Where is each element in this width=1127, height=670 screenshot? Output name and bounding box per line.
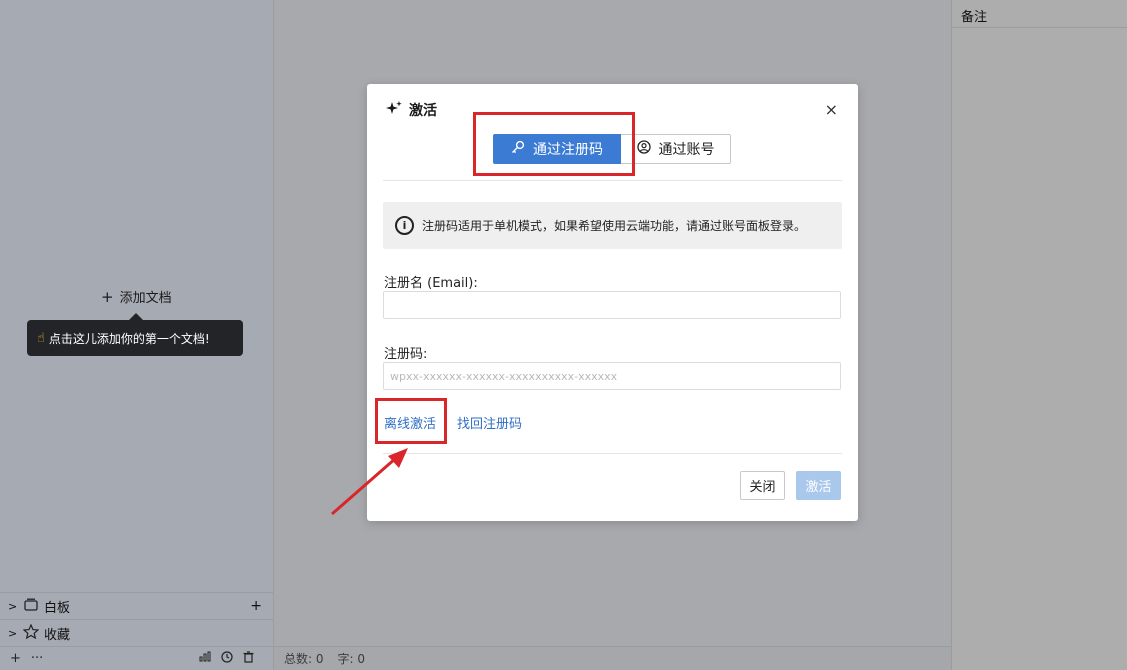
notes-title: 备注 xyxy=(952,0,1127,28)
stats-icon[interactable] xyxy=(199,651,211,666)
tooltip-text: 点击这儿添加你的第一个文档! xyxy=(48,331,210,346)
sidebar-item-whiteboard[interactable]: > 白板 + xyxy=(0,592,274,619)
more-icon[interactable]: ··· xyxy=(31,651,43,666)
sidebar-footer: + ··· xyxy=(0,646,274,670)
whiteboard-icon xyxy=(22,598,40,615)
add-icon[interactable]: + xyxy=(10,651,21,666)
add-document-label: 添加文档 xyxy=(119,291,172,306)
trash-icon[interactable] xyxy=(243,650,254,667)
info-text: 注册码适用于单机模式，如果希望使用云端功能，请通过账号面板登录。 xyxy=(422,219,807,233)
total-count: 总数: 0 xyxy=(284,652,324,666)
add-document-button[interactable]: + 添加文档 xyxy=(101,287,172,307)
sidebar-item-label: 白板 xyxy=(44,600,71,616)
chevron-right-icon[interactable]: > xyxy=(8,600,22,613)
email-label: 注册名 (Email): xyxy=(384,276,478,291)
info-banner: i 注册码适用于单机模式，如果希望使用云端功能，请通过账号面板登录。 xyxy=(383,202,842,249)
add-whiteboard-icon[interactable]: + xyxy=(250,598,266,614)
chevron-right-icon[interactable]: > xyxy=(8,627,22,640)
highlight-box-tab xyxy=(473,112,635,176)
divider xyxy=(383,453,842,454)
star-icon xyxy=(22,622,40,643)
annotation-arrow-icon xyxy=(331,448,408,516)
divider xyxy=(383,180,842,181)
email-field[interactable] xyxy=(383,291,841,319)
info-icon: i xyxy=(395,216,414,235)
close-icon[interactable]: × xyxy=(825,100,838,119)
activate-button[interactable]: 激活 xyxy=(796,471,841,500)
plus-icon: + xyxy=(101,287,114,306)
notes-pane: 备注 xyxy=(951,0,1127,670)
sidebar: + 添加文档 ☝ 点击这儿添加你的第一个文档! > 白板 + > 收藏 + ··… xyxy=(0,0,274,670)
close-button[interactable]: 关闭 xyxy=(740,471,785,500)
tab-label: 通过账号 xyxy=(658,142,715,158)
onboarding-tooltip: ☝ 点击这儿添加你的第一个文档! xyxy=(27,313,243,356)
char-count: 字: 0 xyxy=(337,652,366,666)
sidebar-item-favorites[interactable]: > 收藏 xyxy=(0,619,274,646)
sidebar-item-label: 收藏 xyxy=(44,627,71,643)
tab-by-account[interactable]: 通过账号 xyxy=(621,134,731,164)
sparkle-icon xyxy=(385,100,403,120)
license-code-label: 注册码: xyxy=(384,347,428,362)
pointing-hand-icon: ☝ xyxy=(37,330,45,346)
license-code-field[interactable] xyxy=(383,362,841,390)
history-icon[interactable] xyxy=(221,650,233,667)
dialog-title-text: 激活 xyxy=(409,103,437,119)
highlight-box-offline-link xyxy=(375,398,447,444)
status-bar: 总数: 0 字: 0 xyxy=(274,646,951,670)
user-circle-icon xyxy=(636,140,651,158)
recover-license-link[interactable]: 找回注册码 xyxy=(457,413,522,432)
dialog-title: 激活 xyxy=(385,100,437,120)
